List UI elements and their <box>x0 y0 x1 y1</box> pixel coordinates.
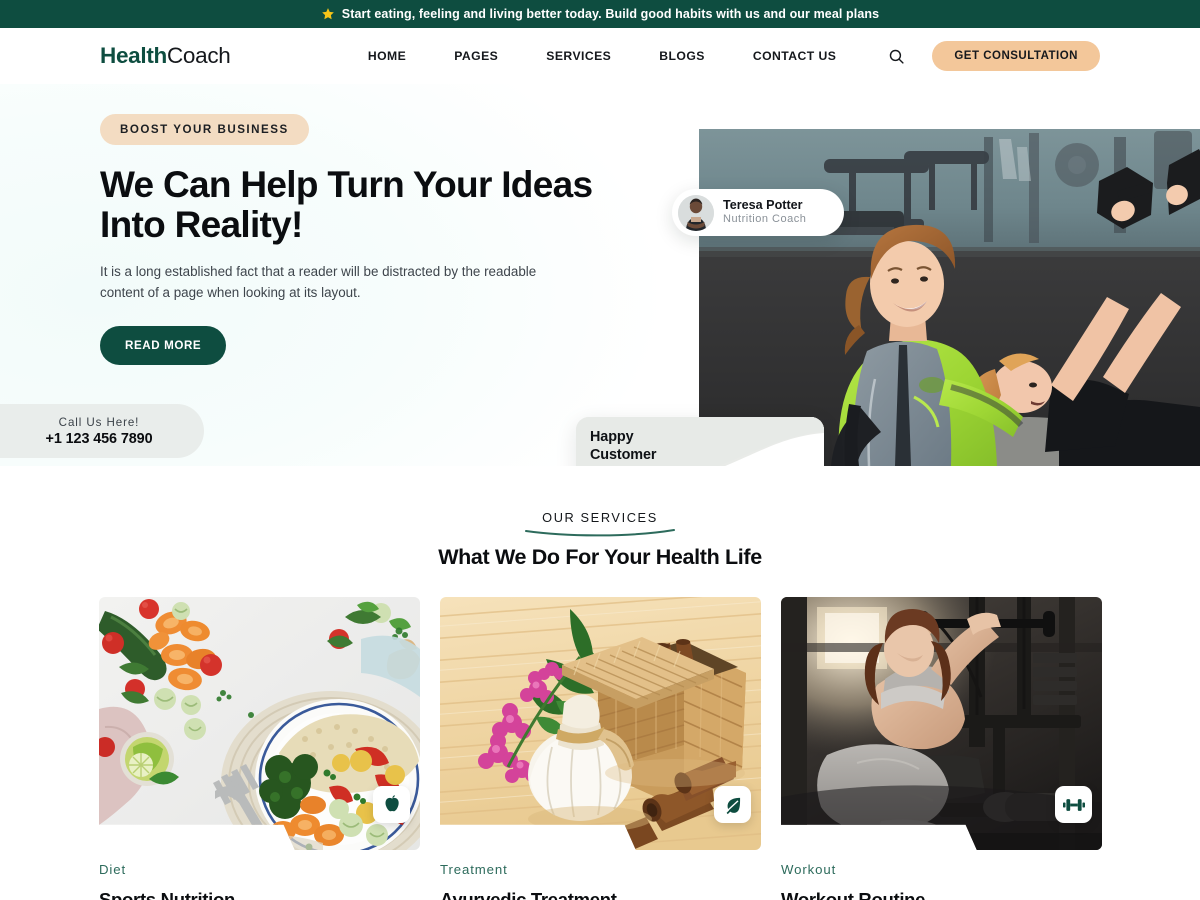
call-us-label: Call Us Here! <box>58 415 140 429</box>
coach-card[interactable]: Teresa Potter Nutrition Coach <box>672 189 844 236</box>
star-icon <box>321 7 335 21</box>
card-image-ayurvedic <box>440 597 761 850</box>
logo-secondary: Coach <box>166 43 231 68</box>
services-card-list: Diet Sports Nutrition Treatment Ayurvedi… <box>0 570 1200 900</box>
service-card-treatment[interactable]: Treatment Ayurvedic Treatment <box>440 597 761 900</box>
card-title[interactable]: Ayurvedic Treatment <box>440 889 761 900</box>
card-title[interactable]: Sports Nutrition <box>99 889 420 900</box>
search-icon[interactable] <box>882 42 910 70</box>
stat-title-line1: Happy <box>590 429 634 445</box>
hero-badge: BOOST YOUR BUSINESS <box>100 114 309 145</box>
nav-item-services[interactable]: SERVICES <box>522 49 635 63</box>
card-category: Treatment <box>440 862 508 877</box>
apple-icon <box>373 786 410 823</box>
avatar <box>678 194 714 231</box>
main-nav: HOME PAGES SERVICES BLOGS CONTACT US GET… <box>344 41 1100 71</box>
coach-name: Teresa Potter <box>723 198 803 213</box>
announcement-text: Start eating, feeling and living better … <box>341 7 880 21</box>
nav-item-pages[interactable]: PAGES <box>430 49 522 63</box>
announcement-bar: Start eating, feeling and living better … <box>0 0 1200 28</box>
card-category: Workout <box>781 862 837 877</box>
read-more-button[interactable]: READ MORE <box>100 325 227 365</box>
service-card-workout[interactable]: Workout Workout Routine <box>781 597 1102 900</box>
underline-swoosh-icon <box>525 529 675 537</box>
page-title: We Can Help Turn Your Ideas Into Reality… <box>100 165 620 244</box>
hero-section: Teresa Potter Nutrition Coach Happy Cust… <box>0 84 1200 466</box>
card-image-vegetable-flatlay <box>99 597 420 850</box>
hero-title-line1: We Can Help Turn Your Ideas <box>100 164 593 205</box>
hero-title-line2: Into Reality! <box>100 203 303 245</box>
service-card-diet[interactable]: Diet Sports Nutrition <box>99 597 420 900</box>
site-header: HealthCoach HOME PAGES SERVICES BLOGS CO… <box>0 28 1200 84</box>
section-eyebrow-wrap: OUR SERVICES <box>0 509 1200 537</box>
section-eyebrow: OUR SERVICES <box>542 510 658 525</box>
hero-image <box>699 129 1200 466</box>
hero-subtitle: It is a long established fact that a rea… <box>100 264 537 301</box>
card-media <box>99 597 420 850</box>
happy-customer-card: Happy Customer in 2022 12098 01 Jan 2025… <box>576 417 824 466</box>
section-title: What We Do For Your Health Life <box>438 545 762 569</box>
get-consultation-button[interactable]: GET CONSULTATION <box>932 41 1100 71</box>
nav-item-contact-us[interactable]: CONTACT US <box>729 49 861 63</box>
logo[interactable]: HealthCoach <box>100 43 231 69</box>
stat-title-line2: Customer <box>590 446 657 463</box>
leaf-icon <box>714 786 751 823</box>
hero-content: BOOST YOUR BUSINESS We Can Help Turn You… <box>100 114 620 365</box>
card-media <box>781 597 1102 850</box>
card-image-gym-machine <box>781 597 1102 850</box>
services-section: OUR SERVICES What We Do For Your Health … <box>0 466 1200 900</box>
call-us-number[interactable]: +1 123 456 7890 <box>46 431 153 447</box>
card-title[interactable]: Workout Routine <box>781 889 1102 900</box>
card-category: Diet <box>99 862 127 877</box>
coach-role: Nutrition Coach <box>723 213 807 226</box>
dumbbell-icon <box>1055 786 1092 823</box>
logo-primary: Health <box>100 43 167 68</box>
call-us-card[interactable]: Call Us Here! +1 123 456 7890 <box>0 404 204 458</box>
nav-item-blogs[interactable]: BLOGS <box>635 49 729 63</box>
card-media <box>440 597 761 850</box>
nav-item-home[interactable]: HOME <box>344 49 430 63</box>
